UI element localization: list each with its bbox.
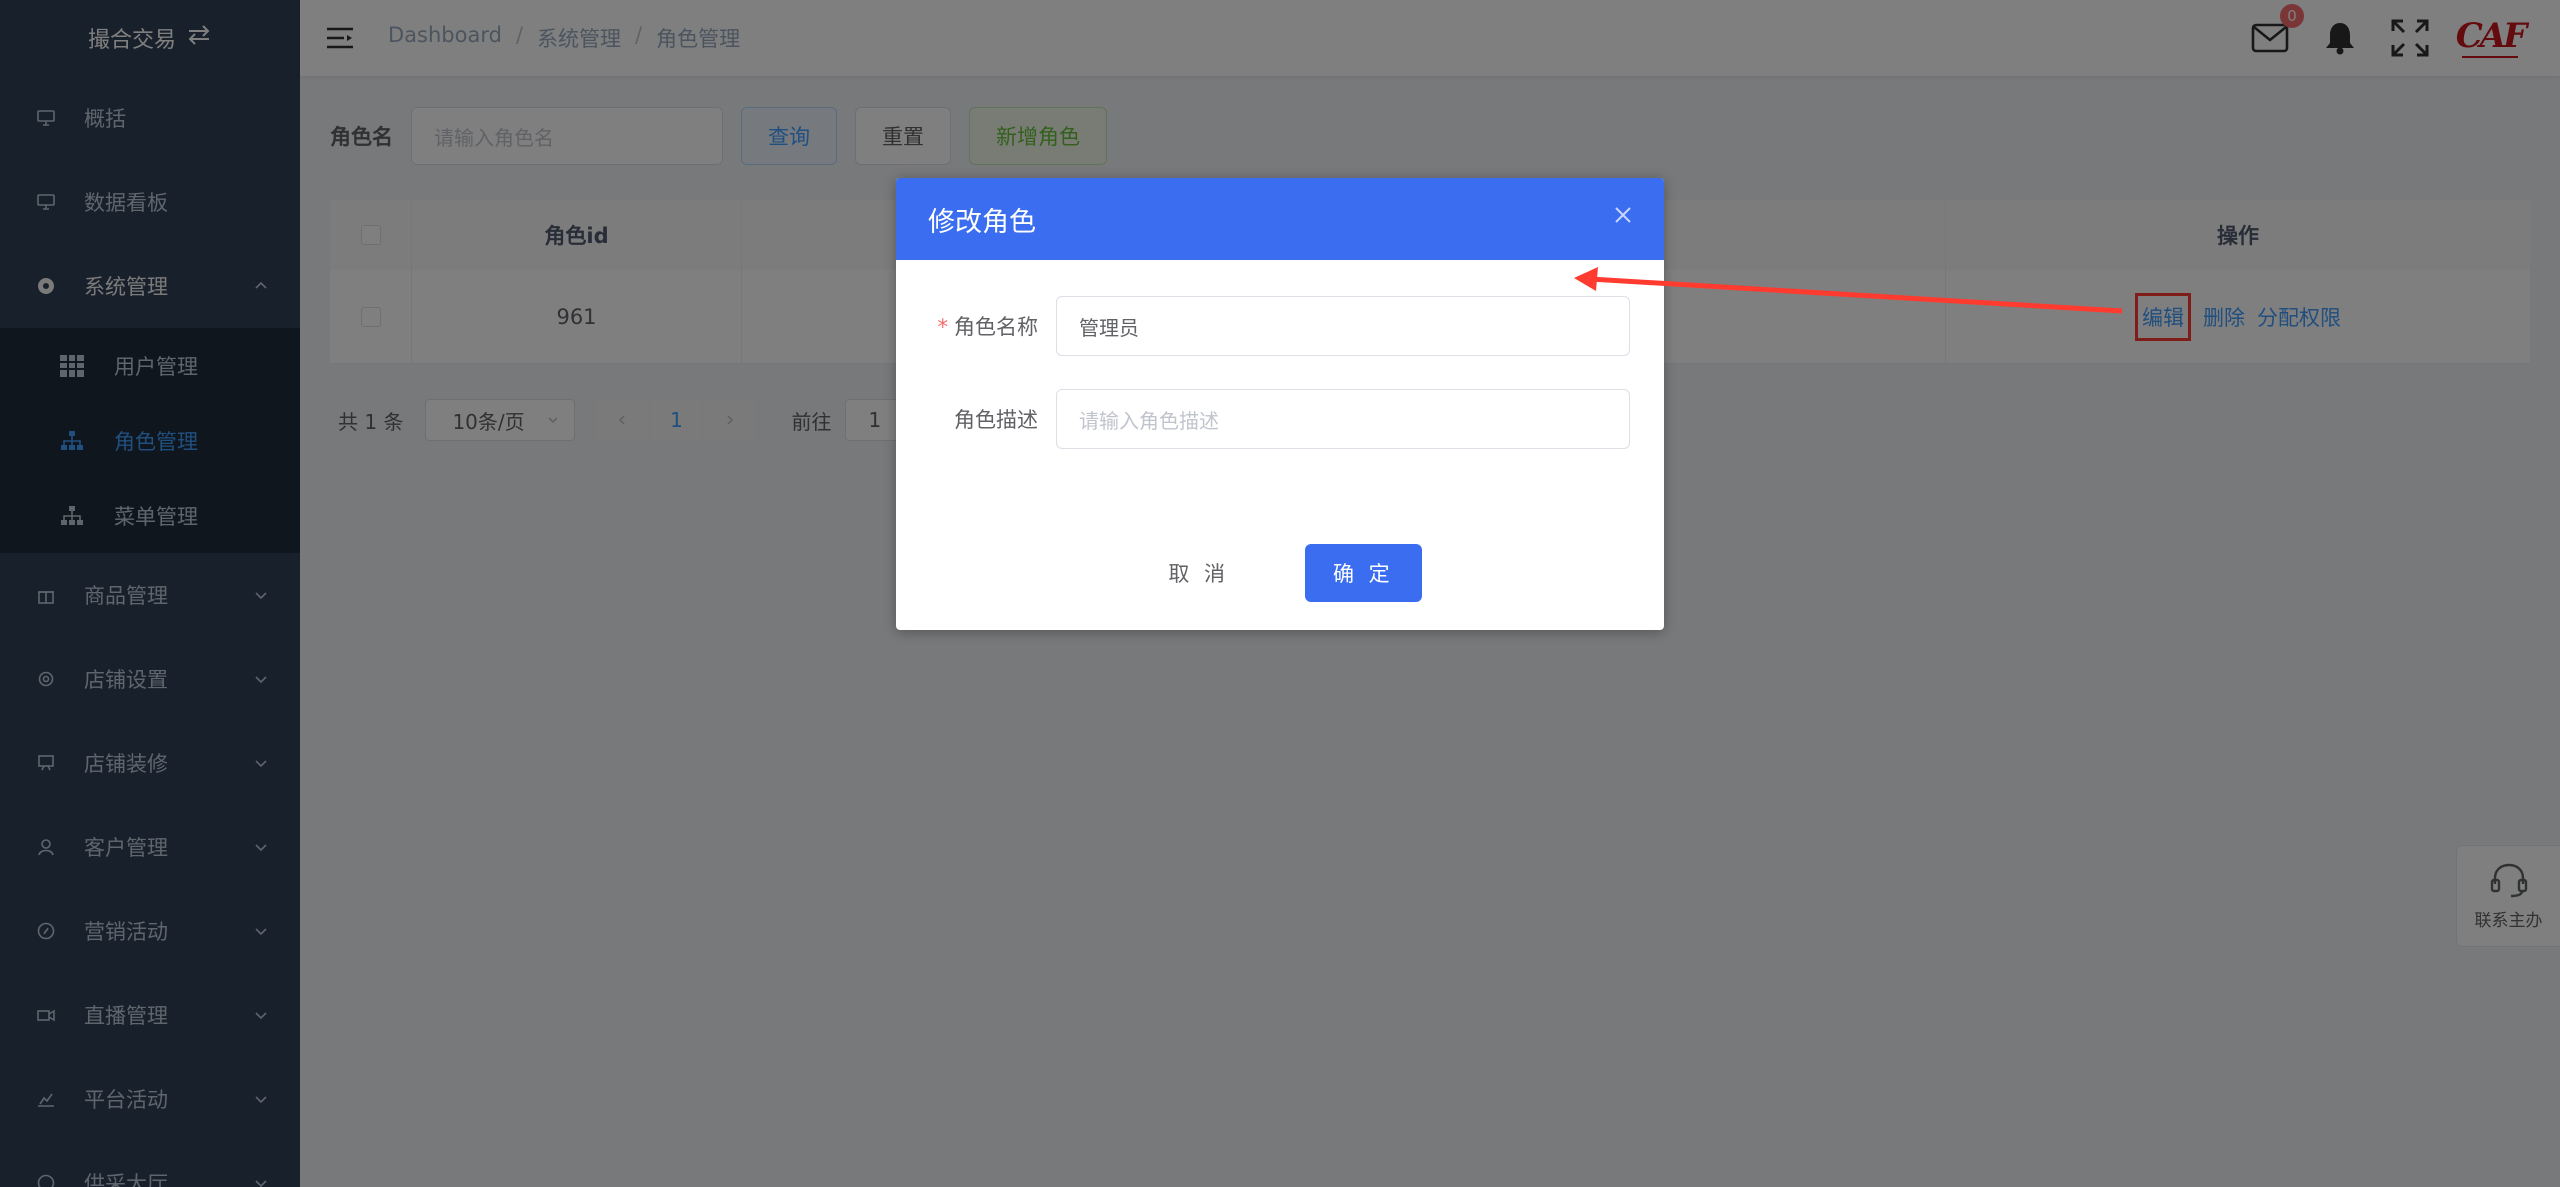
- close-icon[interactable]: [1612, 204, 1634, 226]
- edit-role-dialog: 修改角色 * 角色名称 管理员 角色描述 请输入角色描述 取 消 确 定: [896, 178, 1664, 630]
- dialog-title: 修改角色: [928, 206, 1036, 238]
- confirm-button[interactable]: 确 定: [1305, 544, 1422, 602]
- role-name-field[interactable]: 管理员: [1056, 296, 1630, 356]
- form-row-role-name: * 角色名称 管理员: [928, 296, 1630, 356]
- cancel-button[interactable]: 取 消: [1138, 544, 1259, 602]
- role-desc-field[interactable]: 请输入角色描述: [1056, 389, 1630, 449]
- role-name-label-text: 角色名称: [954, 315, 1038, 339]
- dialog-footer: 取 消 确 定: [896, 544, 1664, 602]
- dialog-header: 修改角色: [896, 178, 1664, 260]
- required-asterisk: *: [937, 315, 949, 339]
- form-row-role-desc: 角色描述 请输入角色描述: [928, 389, 1630, 449]
- role-name-field-label: * 角色名称: [928, 311, 1039, 341]
- role-desc-field-label: 角色描述: [954, 408, 1038, 432]
